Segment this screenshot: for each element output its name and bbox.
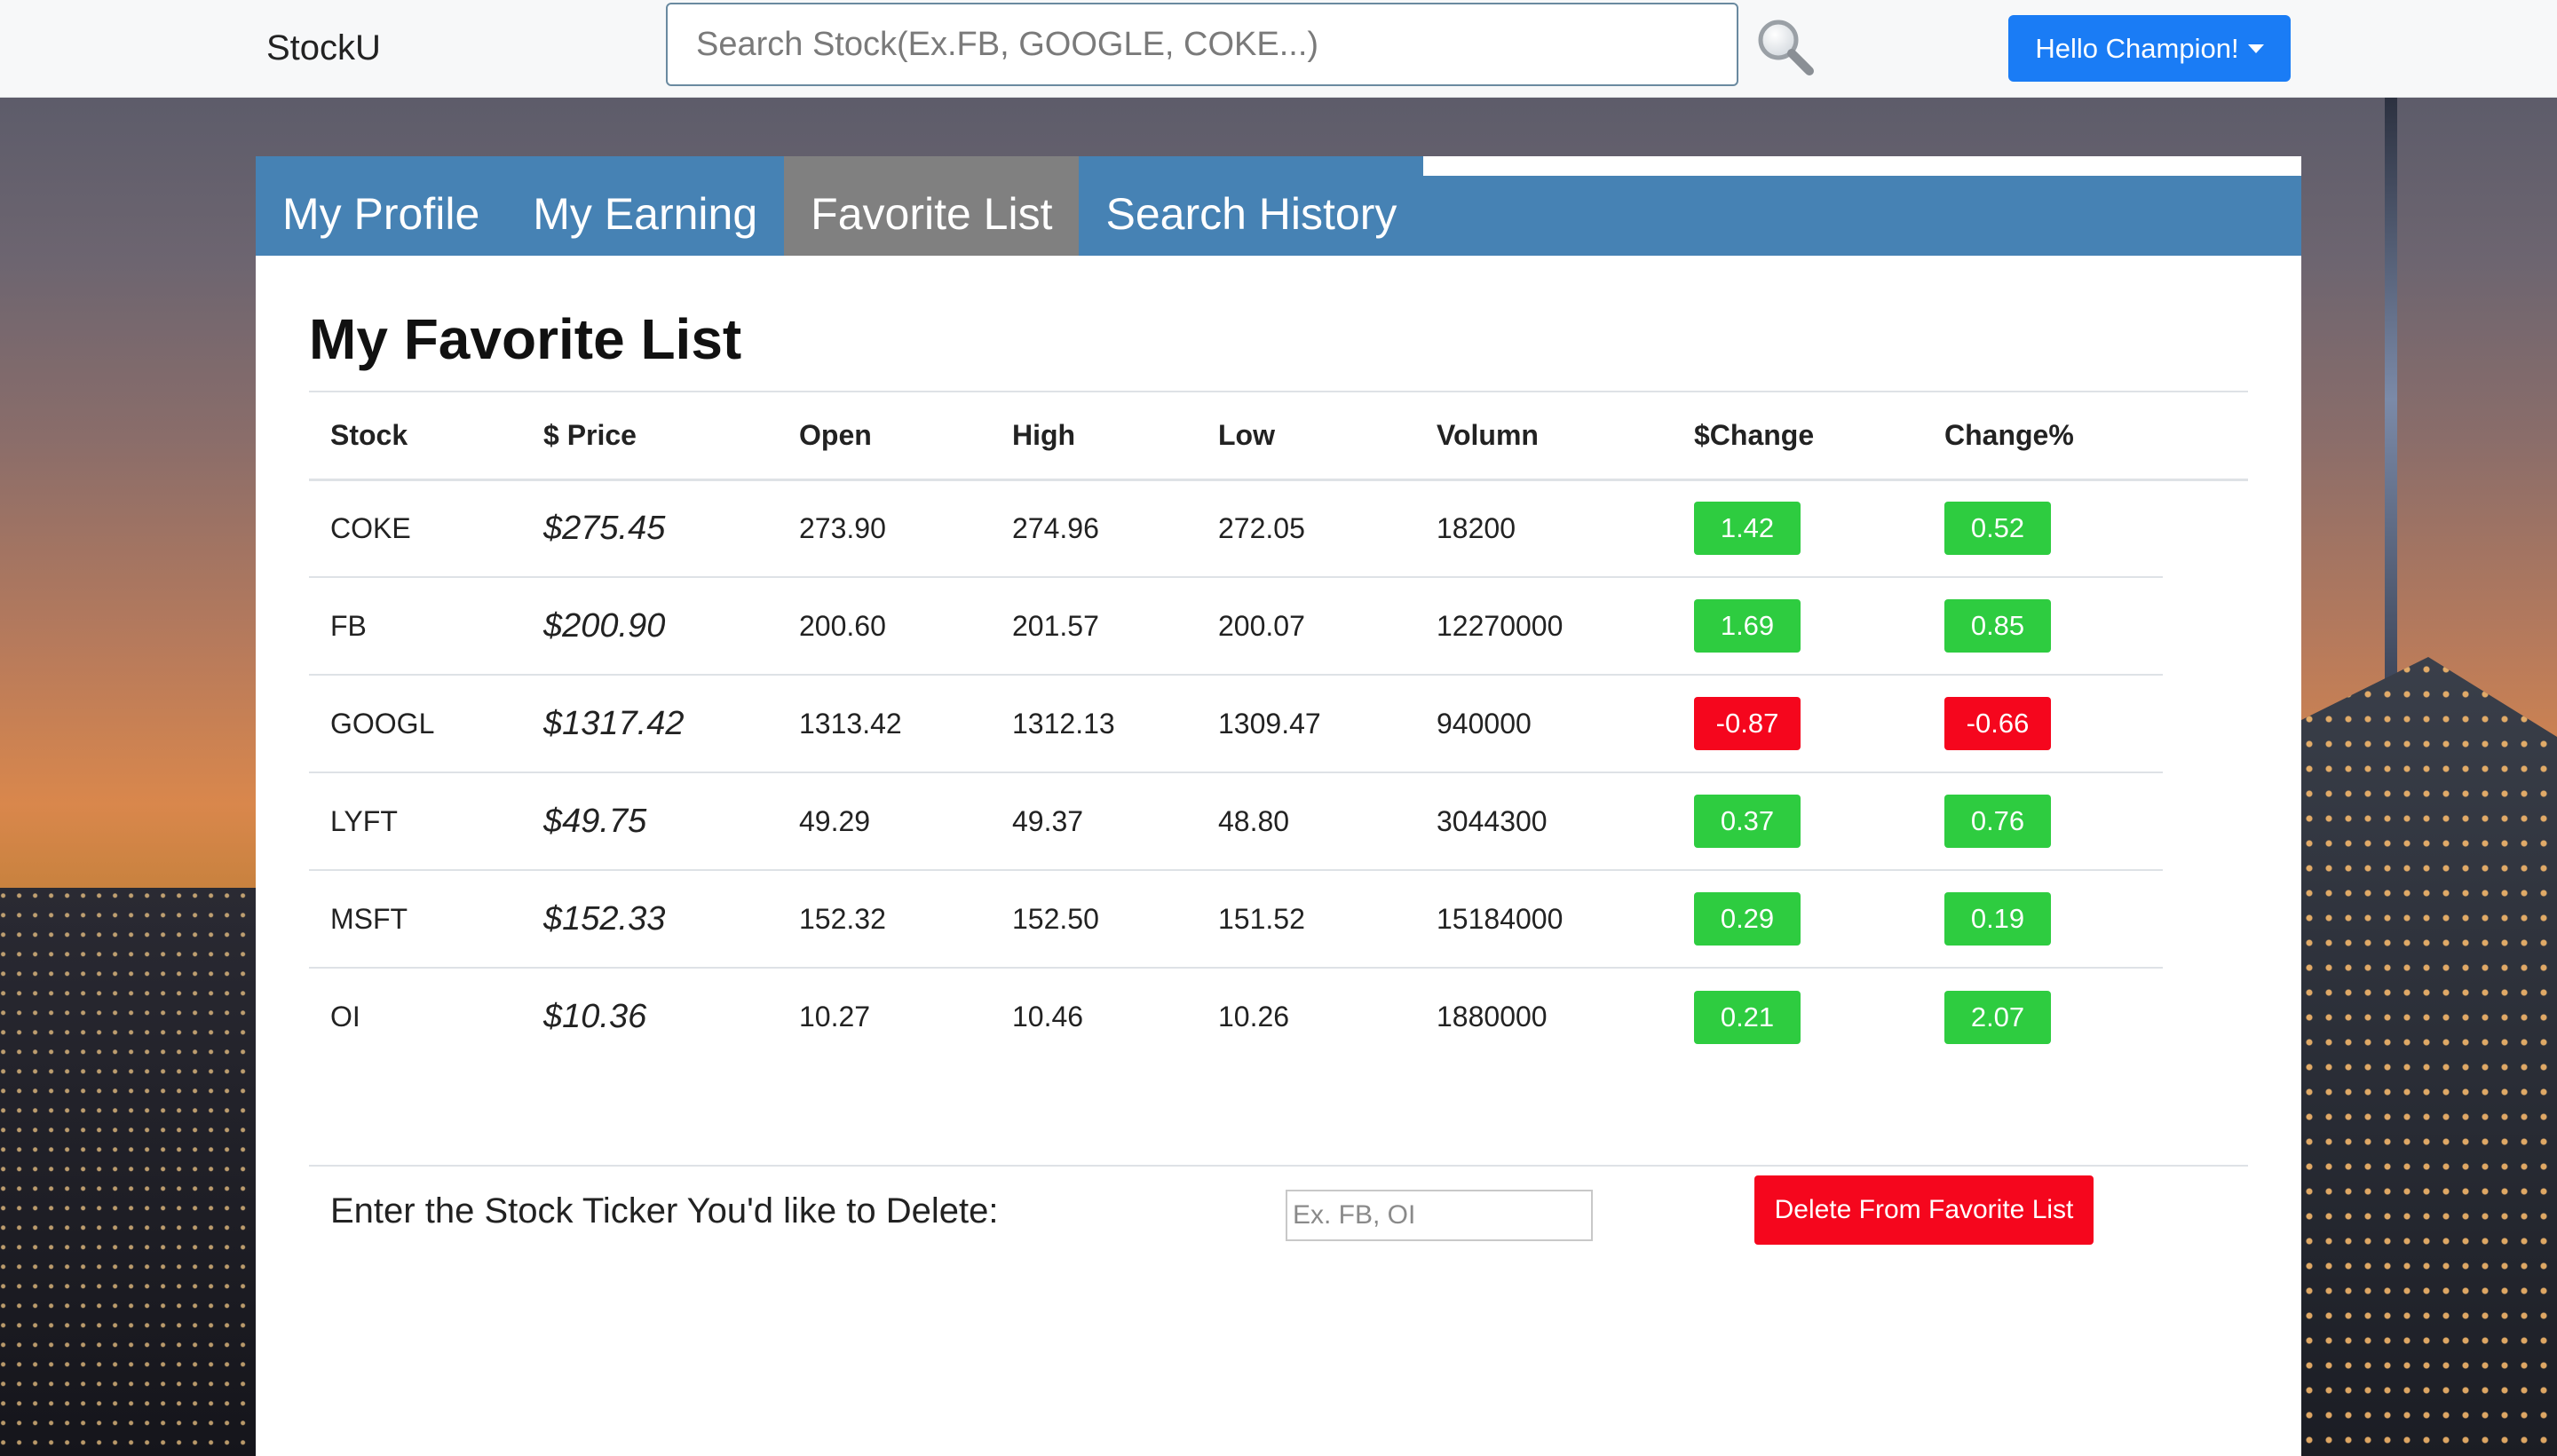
high-value: 1312.13 [991, 675, 1197, 773]
open-value: 49.29 [778, 772, 991, 871]
volume-value: 1880000 [1437, 1001, 1548, 1033]
change-badge: 1.69 [1694, 599, 1801, 653]
column-header: Stock [309, 392, 522, 481]
user-menu-label: Hello Champion! [2035, 32, 2239, 64]
stock-price: $10.36 [543, 998, 647, 1035]
tab-list: My Profile My Earning Favorite List Sear… [256, 156, 1424, 256]
table-row: GOOGL $1317.42 1313.42 1312.13 1309.47 940000… [309, 675, 2248, 773]
table-body: COKE $275.45 273.90 274.96 272.05 18200 1.42 0.… [309, 479, 2248, 1065]
table-header-row: Stock $ Price Open High Low Volumn $Chan… [309, 392, 2248, 481]
stock-symbol: LYFT [309, 772, 522, 871]
high-value: 10.46 [1012, 1001, 1084, 1033]
open-value: 273.90 [778, 479, 991, 578]
change-badge: 0.29 [1694, 892, 1801, 946]
low-value: 1309.47 [1197, 675, 1415, 773]
stock-price: $275.45 [522, 479, 778, 578]
volume-value: 12270000 [1415, 577, 1673, 676]
brand-logo[interactable]: StockU [266, 25, 381, 71]
change-badge: 0.21 [1694, 990, 1801, 1044]
divider [309, 1165, 2248, 1167]
open-value: 152.32 [778, 870, 991, 969]
high-value: 274.96 [991, 479, 1197, 578]
table-row: OI $10.36 10.27 10.46 10.26 1880000 0.21 2.07 [309, 968, 2248, 1065]
caret-down-icon [2247, 44, 2264, 53]
favorite-stocks-table: Stock $ Price Open High Low Volumn $Chan… [309, 392, 2248, 1065]
stock-price: $49.75 [522, 772, 778, 871]
volume-value: 15184000 [1415, 870, 1673, 969]
top-navbar: StockU Hello Champion! [0, 0, 2557, 98]
tower-spire [2385, 98, 2397, 701]
low-value: 10.26 [1218, 1001, 1290, 1033]
change-badge: 0.37 [1694, 795, 1801, 848]
change-percent-badge: 0.76 [1944, 795, 2051, 848]
stock-symbol: FB [309, 577, 522, 676]
column-header: High [991, 392, 1197, 481]
stock-search-input[interactable] [666, 3, 1738, 86]
table-row: LYFT $49.75 49.29 49.37 48.80 3044300 0.37 0.76 [309, 772, 2248, 871]
low-value: 151.52 [1197, 870, 1415, 969]
high-value: 201.57 [991, 577, 1197, 676]
change-percent-badge: 0.52 [1944, 502, 2051, 556]
column-header: Open [778, 392, 991, 481]
low-value: 48.80 [1197, 772, 1415, 871]
high-value: 49.37 [991, 772, 1197, 871]
tab-my-profile[interactable]: My Profile [256, 156, 506, 256]
stock-symbol: COKE [309, 479, 522, 578]
stock-symbol: GOOGL [309, 675, 522, 773]
change-percent-badge: 0.85 [1944, 599, 2051, 653]
table-row: FB $200.90 200.60 201.57 200.07 12270000 1.69 0… [309, 577, 2248, 676]
tab-search-history[interactable]: Search History [1079, 156, 1423, 256]
high-value: 152.50 [991, 870, 1197, 969]
stock-price: $200.90 [522, 577, 778, 676]
tab-my-earning[interactable]: My Earning [506, 156, 784, 256]
volume-value: 940000 [1415, 675, 1673, 773]
open-value: 10.27 [799, 1001, 871, 1033]
city-skyline-left [0, 888, 266, 1456]
change-percent-badge: 2.07 [1944, 990, 2051, 1044]
table-row: MSFT $152.33 152.32 152.50 151.52 15184000 0.2… [309, 870, 2248, 969]
volume-value: 3044300 [1415, 772, 1673, 871]
stock-symbol: OI [330, 1001, 360, 1033]
open-value: 1313.42 [778, 675, 991, 773]
search-icon[interactable] [1754, 16, 1817, 78]
volume-value: 18200 [1415, 479, 1673, 578]
delete-from-favorite-button[interactable]: Delete From Favorite List [1754, 1175, 2094, 1245]
stock-price: $1317.42 [522, 675, 778, 773]
change-percent-badge: -0.66 [1944, 697, 2051, 750]
page-title: My Favorite List [309, 307, 742, 371]
column-header: $ Price [522, 392, 778, 481]
stock-symbol: MSFT [309, 870, 522, 969]
change-badge: -0.87 [1694, 697, 1801, 750]
stock-price: $152.33 [522, 870, 778, 969]
delete-ticker-input[interactable] [1286, 1190, 1593, 1241]
column-header: $Change [1673, 392, 1923, 481]
skyscraper-right [2300, 657, 2557, 1456]
table-row: COKE $275.45 273.90 274.96 272.05 18200 1.42 0.… [309, 479, 2248, 578]
low-value: 272.05 [1197, 479, 1415, 578]
low-value: 200.07 [1197, 577, 1415, 676]
column-header: Volumn [1415, 392, 1673, 481]
user-menu-button[interactable]: Hello Champion! [2008, 15, 2291, 82]
tab-favorite-list[interactable]: Favorite List [784, 156, 1080, 256]
column-header: Low [1197, 392, 1415, 481]
column-header: Change% [1923, 392, 2163, 481]
change-badge: 1.42 [1694, 502, 1801, 556]
open-value: 200.60 [778, 577, 991, 676]
change-percent-badge: 0.19 [1944, 892, 2051, 946]
delete-ticker-label: Enter the Stock Ticker You'd like to Del… [330, 1191, 999, 1230]
